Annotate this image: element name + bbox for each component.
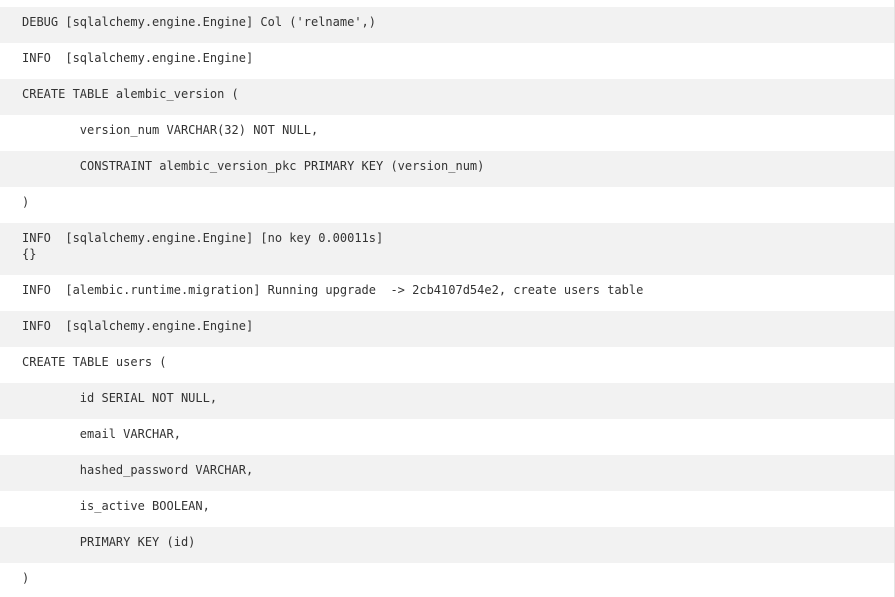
log-line: hashed_password VARCHAR, bbox=[0, 455, 894, 491]
log-line: is_active BOOLEAN, bbox=[22, 499, 210, 513]
log-line: CREATE TABLE alembic_version ( bbox=[0, 79, 894, 115]
log-line: INFO [sqlalchemy.engine.Engine] bbox=[0, 311, 894, 347]
log-line: ) bbox=[22, 195, 30, 209]
log-output-panel: DEBUG [sqlalchemy.engine.Engine] Col ('r… bbox=[0, 0, 895, 597]
log-line: email VARCHAR, bbox=[22, 427, 181, 441]
log-line: id SERIAL NOT NULL, bbox=[0, 383, 894, 419]
log-line: INFO [sqlalchemy.engine.Engine] [no key … bbox=[0, 223, 894, 275]
log-line: CONSTRAINT alembic_version_pkc PRIMARY K… bbox=[0, 151, 894, 187]
log-line: PRIMARY KEY (id) bbox=[0, 527, 894, 563]
log-line: DEBUG [sqlalchemy.engine.Engine] Col ('r… bbox=[0, 7, 894, 43]
log-line: version_num VARCHAR(32) NOT NULL, bbox=[22, 123, 319, 137]
log-line: CREATE TABLE users ( bbox=[22, 355, 167, 369]
log-lines: DEBUG [sqlalchemy.engine.Engine] Col ('r… bbox=[0, 7, 894, 597]
log-line: INFO [alembic.runtime.migration] Running… bbox=[22, 283, 644, 297]
log-line: INFO [sqlalchemy.engine.Engine] bbox=[22, 51, 254, 65]
log-line: ) bbox=[22, 571, 30, 585]
